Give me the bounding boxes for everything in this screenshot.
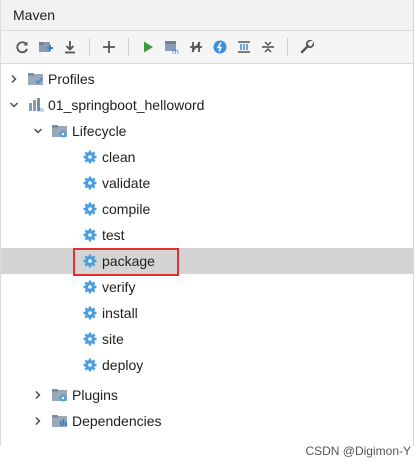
toggle-offline-icon[interactable] (185, 36, 207, 58)
tree-node-label: Lifecycle (72, 123, 127, 139)
goal-verify[interactable]: verify (1, 274, 413, 300)
gear-icon (81, 356, 99, 374)
gear-icon (81, 226, 99, 244)
maven-project-icon: m (27, 96, 45, 114)
chevron-down-icon[interactable] (7, 98, 21, 112)
tool-window-title-bar: Maven (1, 0, 413, 31)
chevron-right-icon[interactable] (7, 72, 21, 86)
tree-node-label: Dependencies (72, 413, 162, 429)
goal-label: package (102, 253, 155, 269)
skip-tests-icon[interactable] (209, 36, 231, 58)
goal-label: clean (102, 149, 136, 165)
gear-icon (81, 278, 99, 296)
reload-icon[interactable] (11, 36, 33, 58)
goal-clean[interactable]: clean (1, 144, 413, 170)
svg-text:m: m (172, 48, 179, 55)
tool-window-title: Maven (13, 7, 56, 23)
maven-toolbar: m (1, 31, 413, 64)
gear-icon (81, 252, 99, 270)
goal-label: deploy (102, 357, 144, 373)
goal-label: install (102, 305, 138, 321)
gear-icon (81, 330, 99, 348)
gear-icon (81, 304, 99, 322)
gear-icon (81, 174, 99, 192)
run-icon[interactable] (137, 36, 159, 58)
goal-label: test (102, 227, 125, 243)
lifecycle-folder-icon (51, 122, 69, 140)
svg-text:m: m (38, 107, 44, 113)
goal-package[interactable]: package (1, 248, 413, 274)
goal-label: site (102, 331, 124, 347)
toolbar-separator (287, 38, 288, 56)
goal-validate[interactable]: validate (1, 170, 413, 196)
goal-deploy[interactable]: deploy (1, 352, 413, 378)
goal-label: verify (102, 279, 136, 295)
chevron-down-icon[interactable] (31, 124, 45, 138)
collapse-all-icon[interactable] (257, 36, 279, 58)
tree-node-lifecycle[interactable]: Lifecycle (1, 118, 413, 144)
goal-label: validate (102, 175, 151, 191)
plugins-folder-icon (51, 386, 69, 404)
goal-label: compile (102, 201, 151, 217)
tree-node-label: Profiles (48, 71, 95, 87)
chevron-right-icon[interactable] (31, 388, 45, 402)
add-icon[interactable] (98, 36, 120, 58)
tree-node-project[interactable]: m 01_springboot_helloword (1, 92, 413, 118)
download-icon[interactable] (59, 36, 81, 58)
gear-icon (81, 200, 99, 218)
toolbar-separator (89, 38, 90, 56)
tree-node-label: Plugins (72, 387, 118, 403)
toolbar-separator (128, 38, 129, 56)
goal-install[interactable]: install (1, 300, 413, 326)
tree-node-profiles[interactable]: Profiles (1, 66, 413, 92)
chevron-right-icon[interactable] (31, 414, 45, 428)
maven-tool-window: Maven m Profiles m 01_springboot_hellowo… (0, 0, 414, 446)
show-dependencies-icon[interactable] (233, 36, 255, 58)
settings-icon[interactable] (296, 36, 318, 58)
execute-goal-icon[interactable]: m (161, 36, 183, 58)
generate-sources-icon[interactable] (35, 36, 57, 58)
goal-test[interactable]: test (1, 222, 413, 248)
goal-compile[interactable]: compile (1, 196, 413, 222)
watermark: CSDN @Digimon-Y (305, 444, 411, 458)
goal-site[interactable]: site (1, 326, 413, 352)
dependencies-folder-icon (51, 412, 69, 430)
tree-node-dependencies[interactable]: Dependencies (1, 408, 413, 434)
profiles-folder-icon (27, 70, 45, 88)
tree-node-plugins[interactable]: Plugins (1, 382, 413, 408)
gear-icon (81, 148, 99, 166)
tree-node-label: 01_springboot_helloword (48, 97, 205, 113)
